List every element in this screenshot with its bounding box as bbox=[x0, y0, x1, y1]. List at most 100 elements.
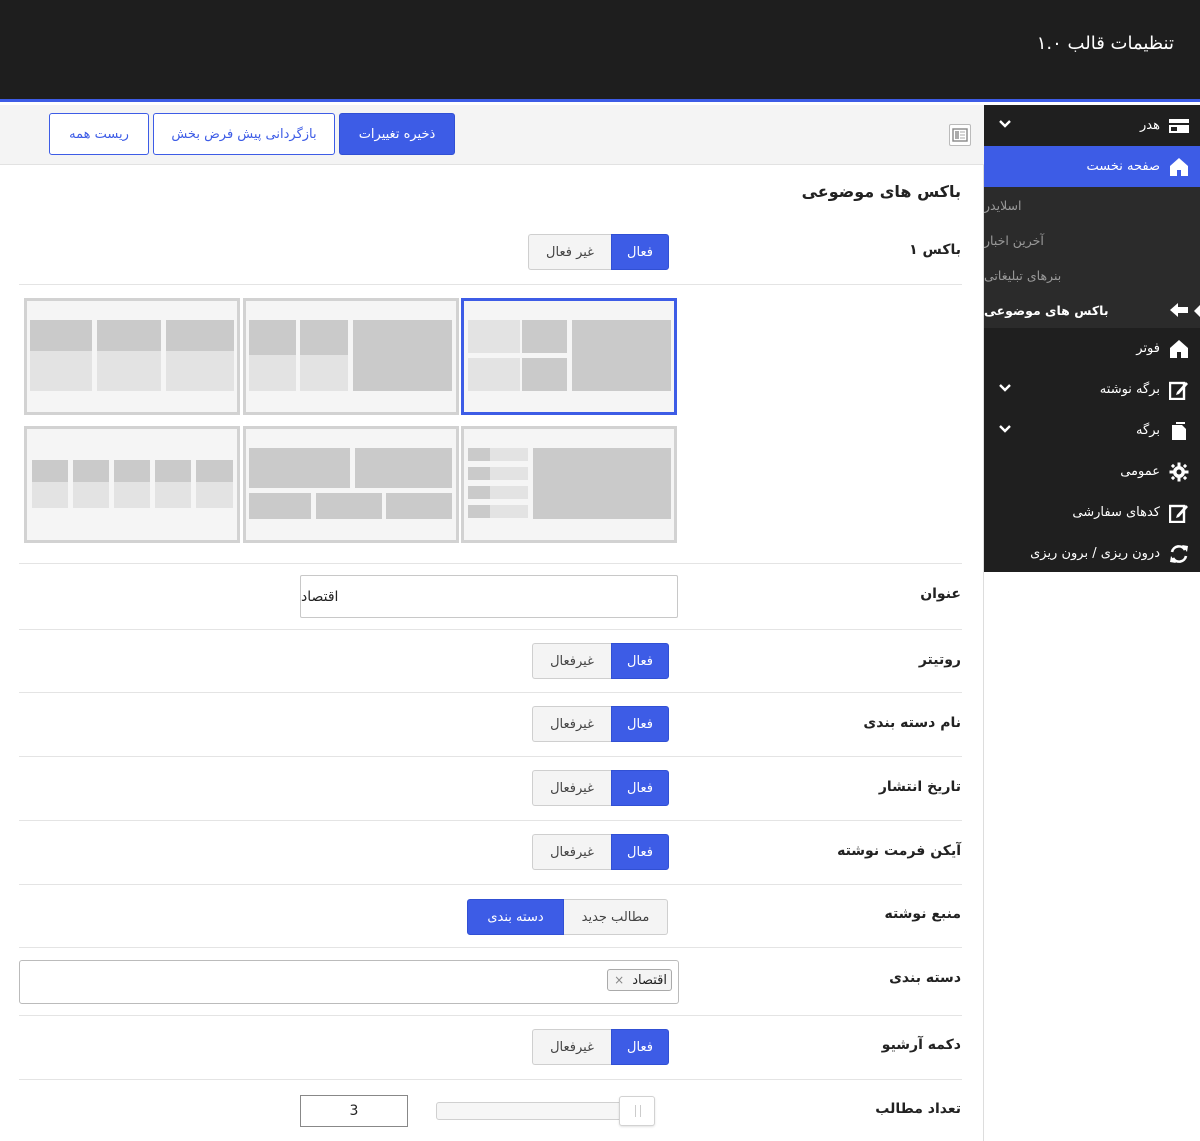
sidebar-item-header[interactable]: هدر bbox=[984, 105, 1200, 146]
divider bbox=[19, 947, 962, 948]
divider bbox=[19, 692, 962, 693]
sidebar-item-general[interactable]: عمومی bbox=[984, 451, 1200, 492]
category-name-label: نام دسته بندی bbox=[863, 715, 961, 731]
reset-all-button[interactable]: ریست همه bbox=[49, 113, 149, 155]
top-header: تنظیمات قالب ۱.۰ bbox=[0, 0, 1200, 102]
submenu-item-ad-banners[interactable]: بنرهای تبلیغاتی bbox=[984, 258, 1200, 293]
layout-option-4[interactable] bbox=[461, 426, 677, 543]
submenu-item-topic-boxes[interactable]: باکس های موضوعی bbox=[984, 293, 1200, 328]
post-source-toggle: دسته بندی مطالب جدید bbox=[467, 899, 668, 935]
panel-toggle-icon[interactable] bbox=[949, 124, 971, 146]
divider bbox=[19, 1079, 962, 1080]
source-category-button[interactable]: دسته بندی bbox=[467, 899, 564, 935]
rotitr-toggle: غیرفعال فعال bbox=[532, 643, 669, 679]
home-icon bbox=[1168, 338, 1190, 360]
code-edit-icon bbox=[1168, 502, 1190, 524]
divider bbox=[19, 1015, 962, 1016]
slider-handle[interactable] bbox=[619, 1096, 655, 1126]
sidebar-item-label: عمومی bbox=[1120, 464, 1160, 479]
sidebar-item-custom-codes[interactable]: کدهای سفارشی bbox=[984, 492, 1200, 533]
sidebar-item-footer[interactable]: فوتر bbox=[984, 328, 1200, 369]
submenu-item-label: باکس های موضوعی bbox=[984, 303, 1109, 318]
post-format-icon-label: آیکن فرمت نوشته bbox=[837, 843, 961, 859]
layout-option-2[interactable] bbox=[243, 298, 459, 415]
box1-toggle: غیر فعال فعال bbox=[528, 234, 669, 270]
category-tag: اقتصاد × bbox=[607, 969, 672, 991]
title-field-label: عنوان bbox=[920, 586, 961, 602]
sidebar-item-label: صفحه نخست bbox=[1086, 159, 1160, 174]
submenu-item-latest-news[interactable]: آخرین اخبار bbox=[984, 223, 1200, 258]
layout-option-6[interactable] bbox=[24, 426, 240, 543]
sidebar-item-label: برگه نوشته bbox=[1099, 382, 1160, 397]
post-format-icon-off-button[interactable]: غیرفعال bbox=[532, 834, 611, 870]
divider bbox=[19, 629, 962, 630]
save-button[interactable]: ذخیره تغییرات bbox=[339, 113, 455, 155]
rotitr-on-button[interactable]: فعال bbox=[611, 643, 669, 679]
publish-date-off-button[interactable]: غیرفعال bbox=[532, 770, 611, 806]
publish-date-on-button[interactable]: فعال bbox=[611, 770, 669, 806]
box1-on-button[interactable]: فعال bbox=[611, 234, 669, 270]
rotitr-label: روتیتر bbox=[918, 652, 961, 668]
sidebar-item-label: کدهای سفارشی bbox=[1072, 505, 1160, 520]
sidebar-item-label: برگه bbox=[1136, 423, 1160, 438]
category-tag-label: اقتصاد bbox=[632, 972, 667, 988]
page-icon bbox=[1168, 420, 1190, 442]
chevron-down-icon bbox=[999, 120, 1011, 128]
title-input[interactable]: اقتصاد bbox=[300, 575, 678, 618]
divider bbox=[19, 563, 962, 564]
category-name-on-button[interactable]: فعال bbox=[611, 706, 669, 742]
sidebar-item-label: درون ریزی / برون ریزی bbox=[1030, 546, 1160, 561]
archive-toggle: غیرفعال فعال bbox=[532, 1029, 669, 1065]
remove-tag-icon[interactable]: × bbox=[614, 973, 624, 987]
post-source-label: منبع نوشته bbox=[884, 906, 961, 922]
publish-date-toggle: غیرفعال فعال bbox=[532, 770, 669, 806]
publish-date-label: تاریخ انتشار bbox=[878, 779, 961, 795]
sidebar-item-label: فوتر bbox=[1136, 341, 1160, 356]
post-count-slider[interactable] bbox=[436, 1096, 655, 1126]
home-icon bbox=[1168, 156, 1190, 178]
archive-button-label: دکمه آرشیو bbox=[881, 1037, 961, 1053]
page-title: تنظیمات قالب ۱.۰ bbox=[1036, 33, 1174, 54]
active-indicator bbox=[1194, 304, 1200, 318]
sidebar: هدر صفحه نخست اسلایدر آخرین اخبار بنرهای… bbox=[984, 105, 1200, 572]
category-select[interactable]: اقتصاد × bbox=[19, 960, 679, 1004]
home-submenu: اسلایدر آخرین اخبار بنرهای تبلیغاتی باکس… bbox=[984, 187, 1200, 328]
settings-panel: ریست همه بازگردانی پیش فرض بخش ذخیره تغی… bbox=[0, 105, 984, 1141]
divider bbox=[19, 884, 962, 885]
box1-off-button[interactable]: غیر فعال bbox=[528, 234, 611, 270]
chevron-down-icon bbox=[999, 425, 1011, 433]
chevron-down-icon bbox=[999, 384, 1011, 392]
post-count-label: تعداد مطالب bbox=[875, 1101, 961, 1117]
toolbar: ریست همه بازگردانی پیش فرض بخش ذخیره تغی… bbox=[0, 105, 984, 165]
post-format-icon-on-button[interactable]: فعال bbox=[611, 834, 669, 870]
category-label: دسته بندی bbox=[889, 970, 961, 986]
arrow-left-icon bbox=[1170, 303, 1188, 317]
post-count-input[interactable]: 3 bbox=[300, 1095, 408, 1127]
refresh-icon bbox=[1168, 543, 1190, 565]
sidebar-item-post-page[interactable]: برگه نوشته bbox=[984, 369, 1200, 410]
category-name-toggle: غیرفعال فعال bbox=[532, 706, 669, 742]
sidebar-item-home[interactable]: صفحه نخست bbox=[984, 146, 1200, 187]
divider bbox=[19, 820, 962, 821]
submenu-item-slider[interactable]: اسلایدر bbox=[984, 188, 1200, 223]
sidebar-item-page[interactable]: برگه bbox=[984, 410, 1200, 451]
gear-icon bbox=[1168, 461, 1190, 483]
layout-option-1[interactable] bbox=[461, 298, 677, 415]
category-name-off-button[interactable]: غیرفعال bbox=[532, 706, 611, 742]
divider bbox=[19, 284, 962, 285]
layout-option-3[interactable] bbox=[24, 298, 240, 415]
post-format-icon-toggle: غیرفعال فعال bbox=[532, 834, 669, 870]
section-title: باکس های موضوعی bbox=[801, 182, 961, 201]
sidebar-item-label: هدر bbox=[1140, 118, 1160, 133]
layout-option-5[interactable] bbox=[243, 426, 459, 543]
archive-off-button[interactable]: غیرفعال bbox=[532, 1029, 611, 1065]
rotitr-off-button[interactable]: غیرفعال bbox=[532, 643, 611, 679]
edit-icon bbox=[1168, 379, 1190, 401]
header-icon bbox=[1168, 115, 1190, 137]
source-latest-posts-button[interactable]: مطالب جدید bbox=[564, 899, 668, 935]
archive-on-button[interactable]: فعال bbox=[611, 1029, 669, 1065]
divider bbox=[19, 756, 962, 757]
sidebar-item-import-export[interactable]: درون ریزی / برون ریزی bbox=[984, 533, 1200, 574]
restore-defaults-button[interactable]: بازگردانی پیش فرض بخش bbox=[153, 113, 335, 155]
box1-label: باکس ۱ bbox=[909, 242, 961, 258]
